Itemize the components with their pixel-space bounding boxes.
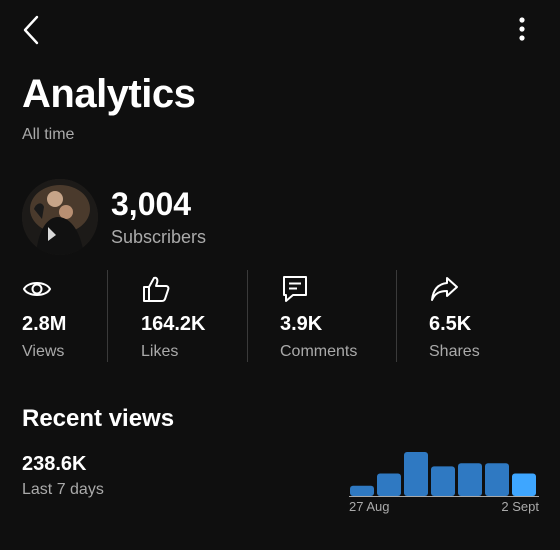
comment-icon <box>283 276 307 302</box>
more-vert-icon <box>519 17 525 41</box>
page-subtitle: All time <box>22 126 75 143</box>
stat-shares[interactable]: 6.5K Shares <box>429 270 529 362</box>
chart-bar <box>458 463 482 496</box>
stat-comments[interactable]: 3.9K Comments <box>280 270 390 362</box>
chart-bar <box>404 452 428 496</box>
recent-views-value: 238.6K <box>22 453 87 475</box>
more-options-button[interactable] <box>506 14 538 46</box>
stat-divider <box>396 270 397 362</box>
thumbs-up-icon <box>143 276 170 302</box>
comments-label: Comments <box>280 343 358 360</box>
chart-bar <box>377 473 401 496</box>
chart-bar <box>512 473 536 496</box>
shares-value: 6.5K <box>429 313 472 335</box>
stat-likes[interactable]: 164.2K Likes <box>141 270 241 362</box>
chart-bar <box>431 466 455 496</box>
stat-views[interactable]: 2.8M Views <box>22 270 102 362</box>
page-title: Analytics <box>22 72 196 116</box>
shares-label: Shares <box>429 343 480 360</box>
views-value: 2.8M <box>22 313 67 335</box>
subscriber-count: 3,004 <box>111 186 192 222</box>
recent-views-chart[interactable]: 27 Aug 2 Sept <box>349 440 539 516</box>
top-bar <box>0 0 560 60</box>
chart-x-tick-label: 2 Sept <box>501 499 539 514</box>
likes-label: Likes <box>141 343 179 360</box>
chart-bar <box>485 463 509 496</box>
stat-divider <box>107 270 108 362</box>
eye-icon <box>22 282 52 296</box>
back-button[interactable] <box>18 14 48 46</box>
recent-views-period: Last 7 days <box>22 481 104 498</box>
avatar-photo <box>22 179 98 255</box>
stat-divider <box>247 270 248 362</box>
chart-bar <box>350 485 374 496</box>
chevron-left-icon <box>23 15 39 45</box>
comments-value: 3.9K <box>280 313 323 335</box>
channel-avatar[interactable] <box>22 179 98 255</box>
likes-value: 164.2K <box>141 313 206 335</box>
views-label: Views <box>22 343 65 360</box>
chart-x-tick-label: 27 Aug <box>349 499 390 514</box>
share-icon <box>431 277 458 301</box>
subscriber-label: Subscribers <box>111 227 207 247</box>
recent-views-title: Recent views <box>22 405 175 432</box>
